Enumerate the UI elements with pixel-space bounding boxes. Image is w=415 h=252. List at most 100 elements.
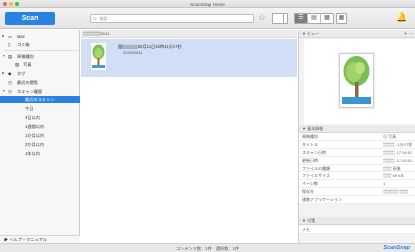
help-label: ヘルプ・マニュアル xyxy=(9,237,47,242)
sidebar-item-label: 原稿種別 xyxy=(17,54,34,59)
basic-info-section-header[interactable]: ▼ 基本情報 xyxy=(299,125,415,133)
calendar-view-icon[interactable]: ▦ xyxy=(336,13,347,24)
sidebar-item-recently-viewed[interactable]: ◷ 最近の閲覧 xyxy=(0,79,80,87)
sidebar-item-1-year[interactable]: 1年以内 xyxy=(0,150,80,158)
sidebar-item-scan-history[interactable]: ▼ ◷ スキャン履歴 xyxy=(0,88,80,96)
property-key: タイトル xyxy=(302,141,318,147)
sidebar-item-today[interactable]: 今日 xyxy=(0,105,80,113)
property-row: ファイルサイズ ▒▒▒ 69 KB xyxy=(299,172,415,181)
sidebar-item-label: 今日 xyxy=(25,105,34,111)
sidebar-item-1-month[interactable]: 1か月以内 xyxy=(0,132,80,140)
memo-field[interactable]: メモ xyxy=(299,226,415,234)
sidebar-item-recent-scans[interactable]: 最近のスキャン xyxy=(0,95,80,103)
property-value: ▒▒▒ 69 KB xyxy=(383,173,404,179)
property-key: 連携アプリケーション xyxy=(302,197,342,203)
disclosure-triangle-icon[interactable]: ▶ xyxy=(2,33,5,41)
sidebar-item-label: 最近のスキャン xyxy=(25,96,55,102)
tree-image xyxy=(91,43,106,70)
sidebar-item-document-type[interactable]: ▼ ▤ 原稿種別 xyxy=(0,53,80,61)
photo-icon: ▨ xyxy=(15,62,20,67)
preview-header-label: ビュー xyxy=(307,31,320,36)
sidebar-item-mac[interactable]: ▶ ▭ Mac xyxy=(0,33,80,41)
window-title: ScanSnap Home xyxy=(190,1,225,7)
property-value: ▒▒▒▒, 17:16:51 xyxy=(383,149,413,155)
search-field-text: Q~ 検索 xyxy=(93,16,108,21)
disclosure-triangle-icon[interactable]: ▼ xyxy=(2,88,5,96)
sidebar-item-label: 1年以内 xyxy=(25,150,40,156)
sidebar-item-photo[interactable]: ▨ 写真 xyxy=(0,61,80,69)
property-row: タイトル ▒▒▒▒...1分17秒 xyxy=(299,141,415,149)
property-row: 原稿種別 ▨ 写真 xyxy=(299,133,415,141)
property-key: 保存先 xyxy=(302,189,314,195)
favorite-star-icon[interactable]: ☆ xyxy=(258,13,266,22)
trash-icon: ▯ xyxy=(8,41,11,47)
disclosure-triangle-icon[interactable]: ▶ xyxy=(2,70,5,78)
sidebar-item-label: スキャン履歴 xyxy=(17,88,43,94)
sidebar-item-3-months[interactable]: 3か月以内 xyxy=(0,141,80,149)
disclosure-triangle-icon[interactable]: ▼ xyxy=(2,53,5,61)
status-text: コンテンツ数：1件 選択数：1件 xyxy=(175,246,240,251)
content-list: ▒▒▒▒▒▒05/11 ▨ ▒▒▒▒▒05月11日16時41分17秒 2020/… xyxy=(81,30,297,243)
notification-bell-icon[interactable]: 🔔 xyxy=(396,12,407,23)
property-value[interactable]: ▒▒▒▒...1分17秒 xyxy=(383,141,412,149)
sidebar-item-trash[interactable]: ▯ ゴミ箱 xyxy=(0,41,80,49)
memo-label: メモ xyxy=(302,227,310,232)
zoom-out-icon[interactable]: − xyxy=(410,30,413,38)
sidebar-item-label: 3か月以内 xyxy=(25,141,45,147)
property-row: スキャン日時 ▒▒▒▒, 17:16:51 xyxy=(299,149,415,157)
info-panel: ▼ ビュー + − ▼ 基本情報 原稿種別 ▨ 写真 タイトル ▒▒▒▒...1… xyxy=(298,30,415,243)
thumbnail-view-icon[interactable]: ▦ xyxy=(321,14,333,23)
help-manual-link[interactable]: ▶ ヘルプ・マニュアル xyxy=(0,235,80,243)
preview-image[interactable] xyxy=(339,53,374,108)
sidebar-item-label: タグ xyxy=(17,71,26,76)
preview-section-header[interactable]: ▼ ビュー + − xyxy=(299,30,415,38)
toolbar: Scan Q~ 検索 ☆ ☰ ▤ ▦ ▦ 🔔 xyxy=(0,8,415,29)
view-mode-switcher[interactable]: ☰ ▤ ▦ xyxy=(294,13,334,24)
tree-image xyxy=(340,54,373,107)
history-icon: ◷ xyxy=(8,88,12,94)
sidebar-item-label: 1か月以内 xyxy=(25,132,45,138)
status-bar: コンテンツ数：1件 選択数：1件 ScanSnap xyxy=(0,243,415,252)
item-date: 2020/05/11 xyxy=(123,50,143,55)
computer-icon: ▭ xyxy=(8,34,13,39)
sidebar-item-1-week[interactable]: 1週間以内 xyxy=(0,123,80,131)
detail-view-icon[interactable]: ▤ xyxy=(308,14,321,23)
zoom-in-icon[interactable]: + xyxy=(404,30,407,38)
sidebar-item-label: 3日以内 xyxy=(25,114,40,120)
tag-icon: ◆ xyxy=(8,71,12,76)
sidebar-item-label: Mac xyxy=(17,34,25,39)
property-value[interactable]: ▒▒/▒▒▒ ▒▒▒ xyxy=(383,188,408,196)
title-bar: ScanSnap Home xyxy=(0,0,415,8)
property-value: 1 xyxy=(383,181,386,187)
list-view-icon[interactable]: ☰ xyxy=(295,14,308,23)
basic-info-header-label: 基本情報 xyxy=(307,126,324,131)
property-row: 連携アプリケーション xyxy=(299,196,415,205)
property-key: ページ数 xyxy=(302,181,318,187)
property-key: 更新日時 xyxy=(302,157,318,163)
property-row: 保存先 ▒▒/▒▒▒ ▒▒▒ xyxy=(299,188,415,197)
property-value[interactable]: ▨ 写真 xyxy=(383,133,396,141)
property-value: ▒▒▒▒, 17:16:51 xyxy=(383,157,413,163)
memo-header-label: 付箋 xyxy=(307,218,316,223)
preview-area xyxy=(304,39,415,124)
sidebar-item-3-days[interactable]: 3日以内 xyxy=(0,114,80,122)
toggle-panel-button[interactable] xyxy=(272,13,288,24)
sidebar-item-label: ゴミ箱 xyxy=(17,41,30,47)
property-value: ▒▒▒ 画像 xyxy=(383,165,401,171)
properties-list: 原稿種別 ▨ 写真 タイトル ▒▒▒▒...1分17秒 スキャン日時 ▒▒▒▒,… xyxy=(299,133,415,205)
memo-section-header[interactable]: ▼ 付箋 xyxy=(299,217,415,225)
property-row: ページ数 1 xyxy=(299,180,415,189)
sidebar: ▶ ▭ Mac ▯ ゴミ箱 ▼ ▤ 原稿種別 ▨ 写真 ▶ ◆ タグ ◷ 最近の… xyxy=(0,30,80,243)
scan-button[interactable]: Scan xyxy=(5,12,55,25)
sidebar-item-tag[interactable]: ▶ ◆ タグ xyxy=(0,70,80,78)
sidebar-item-label: 最近の閲覧 xyxy=(17,80,38,85)
search-input[interactable]: Q~ 検索 xyxy=(90,14,254,23)
property-key: ファイルサイズ xyxy=(302,173,330,179)
divider xyxy=(4,50,80,51)
document-type-icon: ▤ xyxy=(8,54,13,59)
date-group-header: ▒▒▒▒▒▒05/11 xyxy=(81,30,297,38)
property-key: 原稿種別 xyxy=(302,134,318,139)
list-item[interactable]: ▨ ▒▒▒▒▒05月11日16時41分17秒 2020/05/11 xyxy=(81,39,297,77)
scan-thumbnail[interactable] xyxy=(90,42,107,71)
property-key: ファイルの種類 xyxy=(302,165,330,171)
